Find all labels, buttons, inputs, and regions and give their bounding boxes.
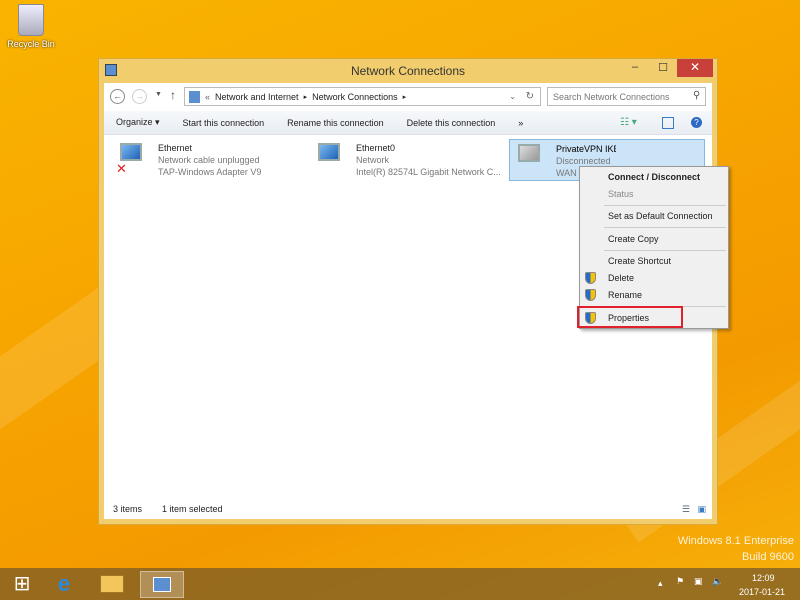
preview-pane-icon[interactable] [662,116,674,129]
disconnected-x-icon: ✕ [116,161,127,176]
connection-ethernet0[interactable]: Ethernet0 Network Intel(R) 82574L Gigabit … [310,139,505,181]
menu-create-shortcut[interactable]: Create Shortcut [608,253,671,269]
action-center-flag-icon[interactable]: ⚑ [676,576,684,587]
network-connections-taskbar-button[interactable] [140,571,184,598]
start-connection-button[interactable]: Start this connection [183,118,265,128]
connection-status: Network [356,155,390,165]
connection-name: Ethernet [158,143,193,153]
search-icon: ⚲ [693,90,701,101]
connection-name: PrivateVPN IKEv [556,144,616,154]
internet-explorer-icon[interactable]: e [46,571,82,598]
connection-status: Network cable unplugged [158,155,260,165]
volume-icon[interactable]: 🔈 [712,576,723,587]
address-bar[interactable]: « Network and Internet ▸ Network Connect… [184,87,541,106]
connection-name: Ethernet0 [356,143,396,153]
show-hidden-icons[interactable]: ▴ [658,578,663,589]
rename-connection-button[interactable]: Rename this connection [287,118,384,128]
overflow-crumb[interactable]: « [205,92,210,102]
breadcrumb-network-connections[interactable]: Network Connections [312,92,398,102]
uac-shield-icon [585,289,596,301]
breadcrumb-network-and-internet[interactable]: Network and Internet [215,92,299,102]
recycle-bin-icon [18,4,44,36]
close-button[interactable]: ✕ [677,59,713,77]
delete-connection-button[interactable]: Delete this connection [407,118,496,128]
context-menu: Connect / Disconnect Status Set as Defau… [579,166,729,329]
menu-delete[interactable]: Delete [608,270,634,286]
control-panel-icon [189,90,200,103]
file-explorer-icon[interactable] [94,571,130,598]
clock-date[interactable]: 2017-01-21 [739,587,785,597]
clock-time[interactable]: 12:09 [752,573,775,583]
maximize-button[interactable]: ☐ [653,61,673,79]
connection-device: Intel(R) 82574L Gigabit Network C... [356,167,501,177]
command-bar: Organize ▾ Start this connection Rename … [104,111,712,135]
large-icons-view-icon[interactable]: ▣ [697,504,706,515]
status-bar: 3 items 1 item selected ☰ ▣ [104,499,712,519]
menu-status: Status [608,189,634,199]
menu-connect-disconnect[interactable]: Connect / Disconnect [608,169,700,185]
help-icon[interactable]: ? [691,117,702,128]
recycle-bin[interactable]: Recycle Bin [6,4,56,49]
menu-create-copy[interactable]: Create Copy [608,231,659,247]
network-adapter-icon [316,143,344,171]
dropdown-chevron-icon[interactable]: ⌄ [509,92,516,101]
vpn-icon [516,144,544,172]
start-button[interactable]: ⊞ [4,571,40,598]
selection-count: 1 item selected [162,504,223,514]
recycle-bin-label: Recycle Bin [7,39,55,49]
back-button[interactable]: ← [110,89,125,104]
network-tray-icon[interactable]: ▣ [694,576,703,587]
search-input[interactable]: Search Network Connections [547,87,706,106]
uac-shield-icon [585,272,596,284]
change-view-icon[interactable]: ☷ ▾ [620,117,637,128]
forward-button[interactable]: → [132,89,147,104]
more-commands-button[interactable]: » [518,118,523,128]
connection-device: TAP-Windows Adapter V9 [158,167,262,177]
title-bar[interactable]: Network Connections – ☐ ✕ [99,59,717,83]
highlight-box [577,306,683,328]
watermark-build: Build 9600 [742,551,794,563]
connection-ethernet[interactable]: ✕ Ethernet Network cable unplugged TAP-Win… [112,139,307,181]
details-view-icon[interactable]: ☰ [682,504,690,515]
watermark-edition: Windows 8.1 Enterprise [677,535,794,547]
refresh-icon[interactable]: ↻ [526,91,534,102]
minimize-button[interactable]: – [625,61,645,79]
menu-set-default[interactable]: Set as Default Connection [608,208,713,224]
recent-chevron-icon[interactable]: ▼ [155,91,162,98]
up-button[interactable]: ↑ [170,88,176,102]
organize-button[interactable]: Organize ▾ [116,117,160,128]
menu-rename[interactable]: Rename [608,287,642,303]
item-count: 3 items [113,504,143,514]
